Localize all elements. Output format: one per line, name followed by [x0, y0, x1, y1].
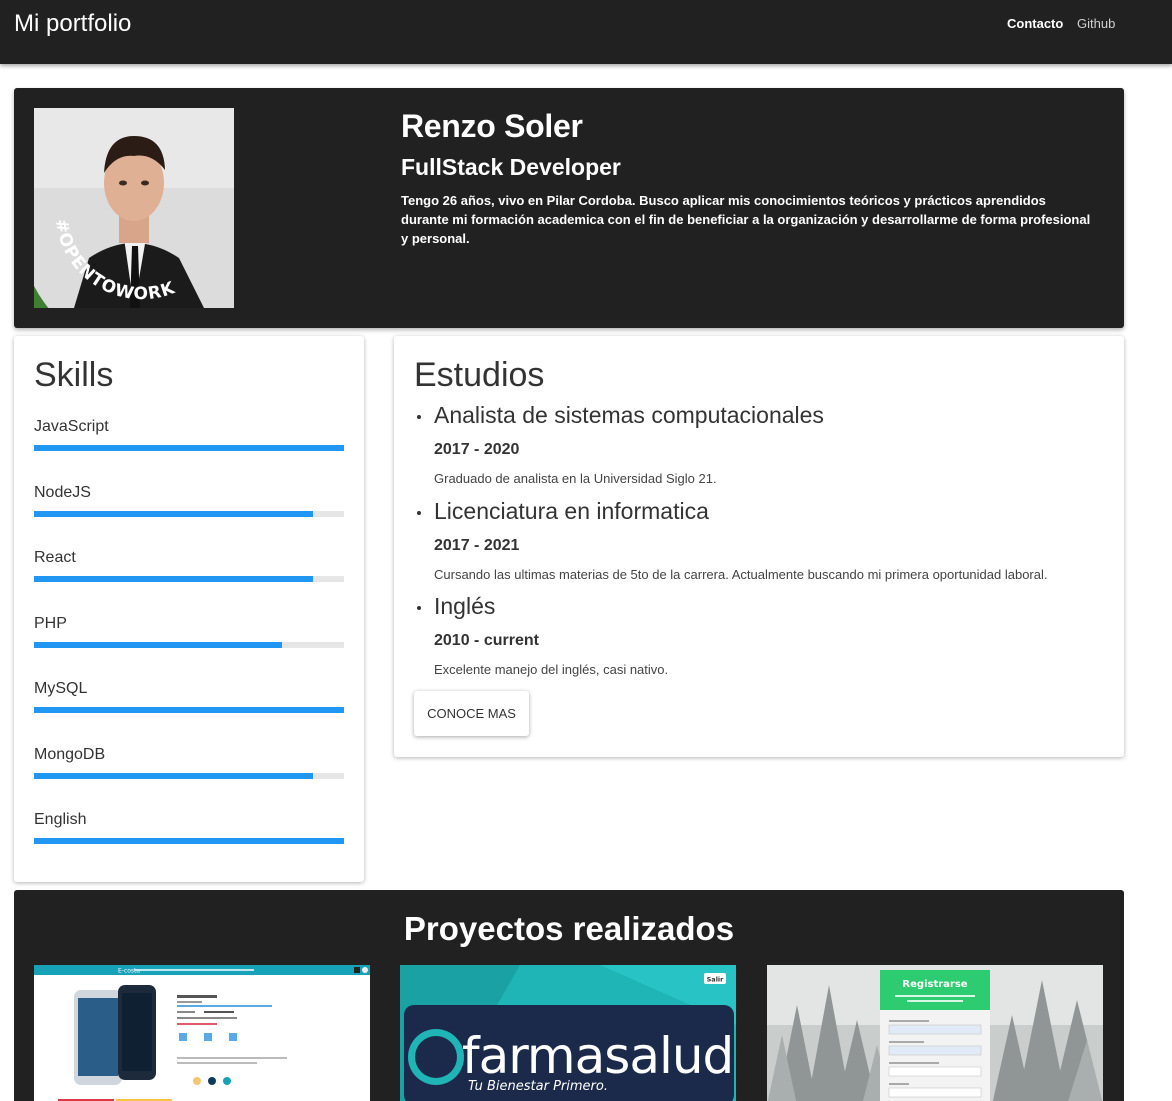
study-title: Analista de sistemas computacionales	[434, 402, 824, 428]
avatar: #OPENTOWORK	[34, 108, 234, 308]
skill-item: JavaScript	[34, 418, 344, 451]
skill-progress-bar	[34, 773, 344, 779]
skill-item: NodeJS	[34, 484, 344, 517]
bullet-icon	[417, 415, 421, 419]
ecommerce-screenshot: E-costa	[34, 965, 370, 1101]
skill-progress-fill	[34, 707, 344, 713]
farmasalud-logo: farmasalud	[462, 1027, 733, 1085]
profile-role: FullStack Developer	[401, 154, 621, 180]
profile-hero: #OPENTOWORK Renzo Soler FullStack Develo…	[14, 88, 1124, 328]
study-years: 2017 - 2020	[434, 441, 520, 458]
nav-link-contacto[interactable]: Contacto	[1007, 16, 1063, 31]
project-thumbnail-farmasalud[interactable]: Salir farmasalud Tu Bienestar Primero.	[400, 965, 736, 1101]
skill-progress-fill	[34, 838, 344, 844]
registro-screenshot: Registrarse	[767, 965, 1103, 1101]
skill-name: React	[34, 549, 76, 566]
profile-description: Tengo 26 años, vivo en Pilar Cordoba. Bu…	[401, 193, 1091, 246]
skill-name: English	[34, 811, 87, 828]
skill-progress-bar	[34, 576, 344, 582]
study-description: Cursando las ultimas materias de 5to de …	[434, 567, 1048, 582]
skill-name: NodeJS	[34, 484, 91, 501]
skill-item: MongoDB	[34, 746, 344, 779]
skill-name: JavaScript	[34, 418, 109, 435]
skill-item: English	[34, 811, 344, 844]
skill-progress-fill	[34, 642, 282, 648]
bullet-icon	[417, 606, 421, 610]
profile-name: Renzo Soler	[401, 108, 583, 144]
farmasalud-badge: Salir	[707, 976, 725, 984]
study-item: Analista de sistemas computacionales 201…	[417, 402, 1104, 486]
study-years: 2017 - 2021	[434, 537, 520, 554]
skill-progress-bar	[34, 642, 344, 648]
skill-item: React	[34, 549, 344, 582]
nav-link-github[interactable]: Github	[1077, 16, 1115, 31]
project-thumbnail-registro[interactable]: Registrarse	[767, 965, 1103, 1101]
skill-progress-bar	[34, 511, 344, 517]
skills-title: Skills	[34, 356, 114, 394]
skill-progress-fill	[34, 511, 313, 517]
study-description: Graduado de analista en la Universidad S…	[434, 471, 717, 486]
navbar: Mi portfolio Contacto Github	[0, 0, 1172, 64]
projects-title: Proyectos realizados	[403, 910, 735, 947]
skill-name: PHP	[34, 615, 67, 632]
skill-progress-fill	[34, 445, 344, 451]
brand-title[interactable]: Mi portfolio	[14, 10, 131, 38]
study-years: 2010 - current	[434, 632, 539, 649]
study-item: Licenciatura en informatica 2017 - 2021 …	[417, 498, 1104, 582]
skill-progress-bar	[34, 445, 344, 451]
skills-card: Skills JavaScript NodeJS React PHP MySQL…	[14, 336, 364, 882]
bullet-icon	[417, 511, 421, 515]
studies-card: Estudios Analista de sistemas computacio…	[394, 336, 1124, 757]
study-title: Inglés	[434, 593, 496, 619]
skill-progress-fill	[34, 576, 313, 582]
study-item: Inglés 2010 - current Excelente manejo d…	[417, 593, 1104, 677]
study-title: Licenciatura en informatica	[434, 498, 709, 524]
study-description: Excelente manejo del inglés, casi nativo…	[434, 662, 669, 677]
skill-item: PHP	[34, 615, 344, 648]
skill-name: MongoDB	[34, 746, 106, 763]
studies-title: Estudios	[414, 356, 545, 394]
conoce-mas-button[interactable]: CONOCE MAS	[414, 691, 529, 736]
farmasalud-screenshot: Salir farmasalud Tu Bienestar Primero.	[400, 965, 736, 1101]
projects-section: Proyectos realizados E-costa Salir farma…	[14, 890, 1124, 1101]
avatar-photo: #OPENTOWORK	[34, 108, 234, 308]
registro-form-title: Registrarse	[902, 979, 967, 990]
project-thumbnail-ecommerce[interactable]: E-costa	[34, 965, 370, 1101]
skill-progress-fill	[34, 773, 313, 779]
skill-progress-bar	[34, 707, 344, 713]
skill-name: MySQL	[34, 680, 88, 697]
farmasalud-tagline: Tu Bienestar Primero.	[468, 1079, 608, 1094]
skill-progress-bar	[34, 838, 344, 844]
skill-item: MySQL	[34, 680, 344, 713]
